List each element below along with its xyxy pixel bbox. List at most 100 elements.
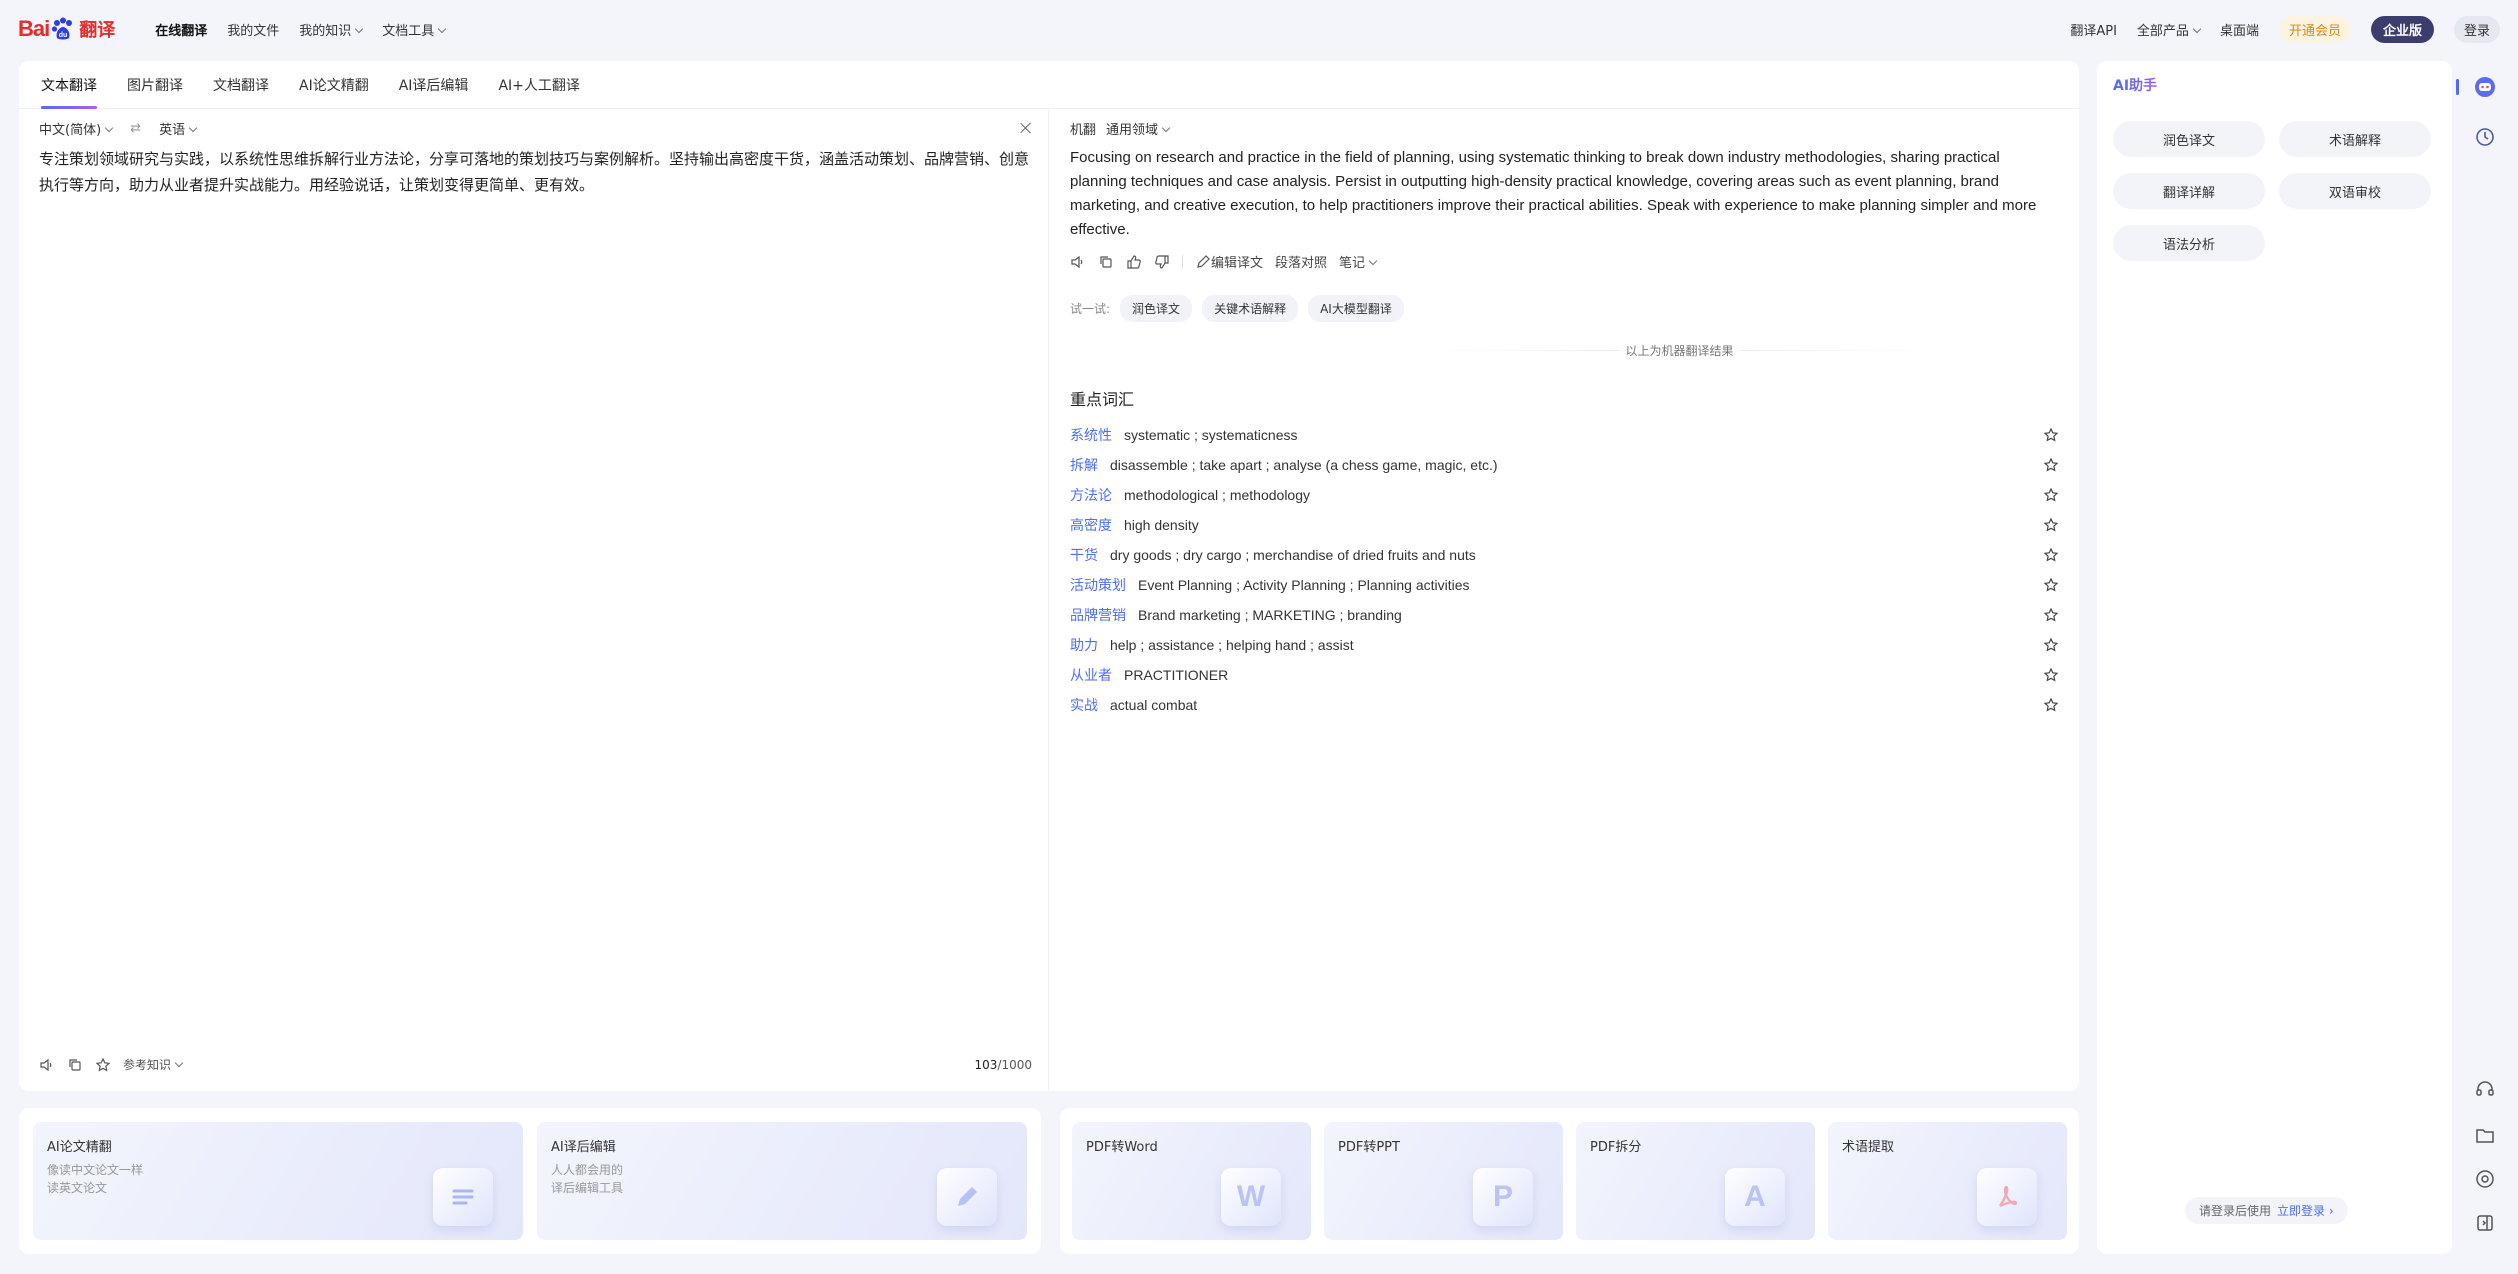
assist-review-button[interactable]: 双语审校 [2279, 173, 2431, 209]
chevron-down-icon [1368, 256, 1378, 266]
chip-polish[interactable]: 润色译文 [1120, 295, 1193, 322]
paragraph-compare-button[interactable]: 段落对照 [1275, 252, 1327, 271]
keyword-term[interactable]: 活动策划 [1070, 575, 1126, 595]
tab-text-translate[interactable]: 文本翻译 [41, 61, 97, 109]
nav-my-files[interactable]: 我的文件 [227, 20, 279, 39]
char-count: 103/1000 [975, 1058, 1033, 1072]
promo-card-ai-post-edit[interactable]: AI译后编辑 人人都会用的 译后编辑工具 [537, 1122, 1027, 1240]
keyword-definition: disassemble ; take apart ; analyse (a ch… [1110, 457, 1498, 473]
assist-explain-button[interactable]: 翻译详解 [2113, 173, 2265, 209]
copy-icon[interactable] [1098, 254, 1114, 270]
domain-select[interactable]: 通用领域 [1106, 119, 1171, 138]
login-tip-text: 请登录后使用 [2199, 1204, 2272, 1218]
chevron-down-icon [104, 123, 114, 132]
keyword-term[interactable]: 方法论 [1070, 485, 1112, 505]
promo-title: PDF转PPT [1338, 1140, 1400, 1155]
keyword-row: 方法论 methodological ; methodology [1070, 480, 2059, 510]
keyword-term[interactable]: 高密度 [1070, 515, 1112, 535]
edit-translation-button[interactable]: 编辑译文 [1195, 252, 1263, 271]
star-icon[interactable] [2043, 517, 2059, 533]
target-language-label: 英语 [159, 122, 186, 138]
notes-select[interactable]: 笔记 [1339, 252, 1378, 271]
ai-robot-icon[interactable] [2474, 76, 2496, 98]
translate-panel: 文本翻译 图片翻译 文档翻译 AI论文精翻 AI译后编辑 AI+人工翻译 中文(… [19, 61, 2079, 1091]
star-icon[interactable] [2043, 487, 2059, 503]
source-language-select[interactable]: 中文(简体) [39, 119, 114, 138]
language-bar: 中文(简体) ⇄ 英语 [19, 110, 1048, 146]
target-language-select[interactable]: 英语 [159, 119, 198, 138]
promo-title: AI论文精翻 [47, 1140, 112, 1155]
star-icon[interactable] [95, 1057, 111, 1073]
keyword-term[interactable]: 干货 [1070, 545, 1098, 565]
promo-card-pdf-word[interactable]: PDF转Word W [1072, 1122, 1311, 1240]
login-button[interactable]: 登录 [2453, 15, 2500, 43]
star-icon[interactable] [2043, 607, 2059, 623]
source-text-input[interactable]: 专注策划领域研究与实践，以系统性思维拆解行业方法论，分享可落地的策划技巧与案例解… [19, 146, 1049, 198]
open-vip-button[interactable]: 开通会员 [2278, 15, 2351, 43]
assist-grammar-button[interactable]: 语法分析 [2113, 225, 2265, 261]
thumbs-up-icon[interactable] [1126, 254, 1142, 270]
promo-card-pdf-split[interactable]: PDF拆分 A [1576, 1122, 1815, 1240]
promo-title: 术语提取 [1842, 1140, 1895, 1155]
star-icon[interactable] [2043, 667, 2059, 683]
keyword-term[interactable]: 系统性 [1070, 425, 1112, 445]
chip-term-explain[interactable]: 关键术语解释 [1202, 295, 1299, 322]
keyword-row: 活动策划 Event Planning ; Activity Planning ;… [1070, 570, 2059, 600]
keyword-definition: help ; assistance ; helping hand ; assis… [1110, 637, 1354, 653]
baidu-translate-logo[interactable]: Bai du 翻译 [18, 13, 115, 45]
domain-label: 通用领域 [1106, 122, 1159, 138]
char-count-value: 103 [974, 1057, 998, 1072]
folder-icon[interactable] [2474, 1124, 2496, 1146]
enterprise-button[interactable]: 企业版 [2370, 15, 2434, 43]
headset-icon[interactable] [2474, 1078, 2496, 1100]
top-nav: Bai du 翻译 在线翻译 我的文件 我的知识 文档工具 翻译API 全部产品… [0, 0, 2518, 58]
copy-icon[interactable] [67, 1057, 83, 1073]
star-icon[interactable] [2043, 577, 2059, 593]
speaker-icon[interactable] [39, 1057, 55, 1073]
speaker-icon[interactable] [1070, 254, 1086, 270]
promo-ai-tools: AI论文精翻 像读中文论文一样 读英文论文 AI译后编辑 人人都会用的 译后编辑工具 [19, 1108, 1041, 1254]
nav-desktop[interactable]: 桌面端 [2220, 20, 2259, 39]
tab-doc-translate[interactable]: 文档翻译 [213, 61, 269, 109]
collapse-panel-icon[interactable] [2474, 1212, 2496, 1234]
keyword-definition: dry goods ; dry cargo ; merchandise of d… [1110, 547, 1476, 563]
keyword-term[interactable]: 助力 [1070, 635, 1098, 655]
thumbs-down-icon[interactable] [1154, 254, 1170, 270]
history-clock-icon[interactable] [2474, 126, 2496, 148]
promo-card-ai-paper[interactable]: AI论文精翻 像读中文论文一样 读英文论文 [33, 1122, 523, 1240]
star-icon[interactable] [2043, 427, 2059, 443]
tab-ai-paper[interactable]: AI论文精翻 [299, 61, 369, 109]
keyword-row: 助力 help ; assistance ; helping hand ; ass… [1070, 630, 2059, 660]
settings-circle-icon[interactable] [2474, 1168, 2496, 1190]
nav-translate-api[interactable]: 翻译API [2070, 20, 2117, 39]
tab-image-translate[interactable]: 图片翻译 [127, 61, 183, 109]
chip-ai-model[interactable]: AI大模型翻译 [1308, 295, 1404, 322]
source-language-label: 中文(简体) [39, 122, 102, 138]
swap-languages-icon[interactable]: ⇄ [130, 121, 141, 136]
reference-knowledge-select[interactable]: 参考知识 [123, 1056, 184, 1073]
nav-all-products-label: 全部产品 [2136, 23, 2189, 39]
promo-card-pdf-ppt[interactable]: PDF转PPT P [1324, 1122, 1563, 1240]
star-icon[interactable] [2043, 637, 2059, 653]
keyword-term[interactable]: 从业者 [1070, 665, 1112, 685]
keyword-definition: Event Planning ; Activity Planning ; Pla… [1138, 577, 1470, 593]
nav-online-translate[interactable]: 在线翻译 [155, 20, 207, 39]
char-count-max: /1000 [997, 1057, 1032, 1072]
star-icon[interactable] [2043, 697, 2059, 713]
keyword-term[interactable]: 拆解 [1070, 455, 1098, 475]
nav-doc-tools[interactable]: 文档工具 [382, 20, 447, 39]
tab-ai-human[interactable]: AI+人工翻译 [498, 61, 579, 109]
login-now-link[interactable]: 立即登录 › [2277, 1204, 2334, 1218]
star-icon[interactable] [2043, 547, 2059, 563]
tab-ai-post-edit[interactable]: AI译后编辑 [399, 61, 469, 109]
promo-card-term-extract[interactable]: 术语提取 [1828, 1122, 2067, 1240]
keyword-term[interactable]: 品牌营销 [1070, 605, 1126, 625]
keyword-term[interactable]: 实战 [1070, 695, 1098, 715]
star-icon[interactable] [2043, 457, 2059, 473]
nav-my-knowledge[interactable]: 我的知识 [299, 20, 364, 39]
assist-term-button[interactable]: 术语解释 [2279, 121, 2431, 157]
clear-text-icon[interactable] [1020, 122, 1032, 134]
nav-all-products[interactable]: 全部产品 [2136, 20, 2202, 39]
assist-polish-button[interactable]: 润色译文 [2113, 121, 2265, 157]
translation-actions: 编辑译文 段落对照 笔记 [1050, 242, 2079, 281]
